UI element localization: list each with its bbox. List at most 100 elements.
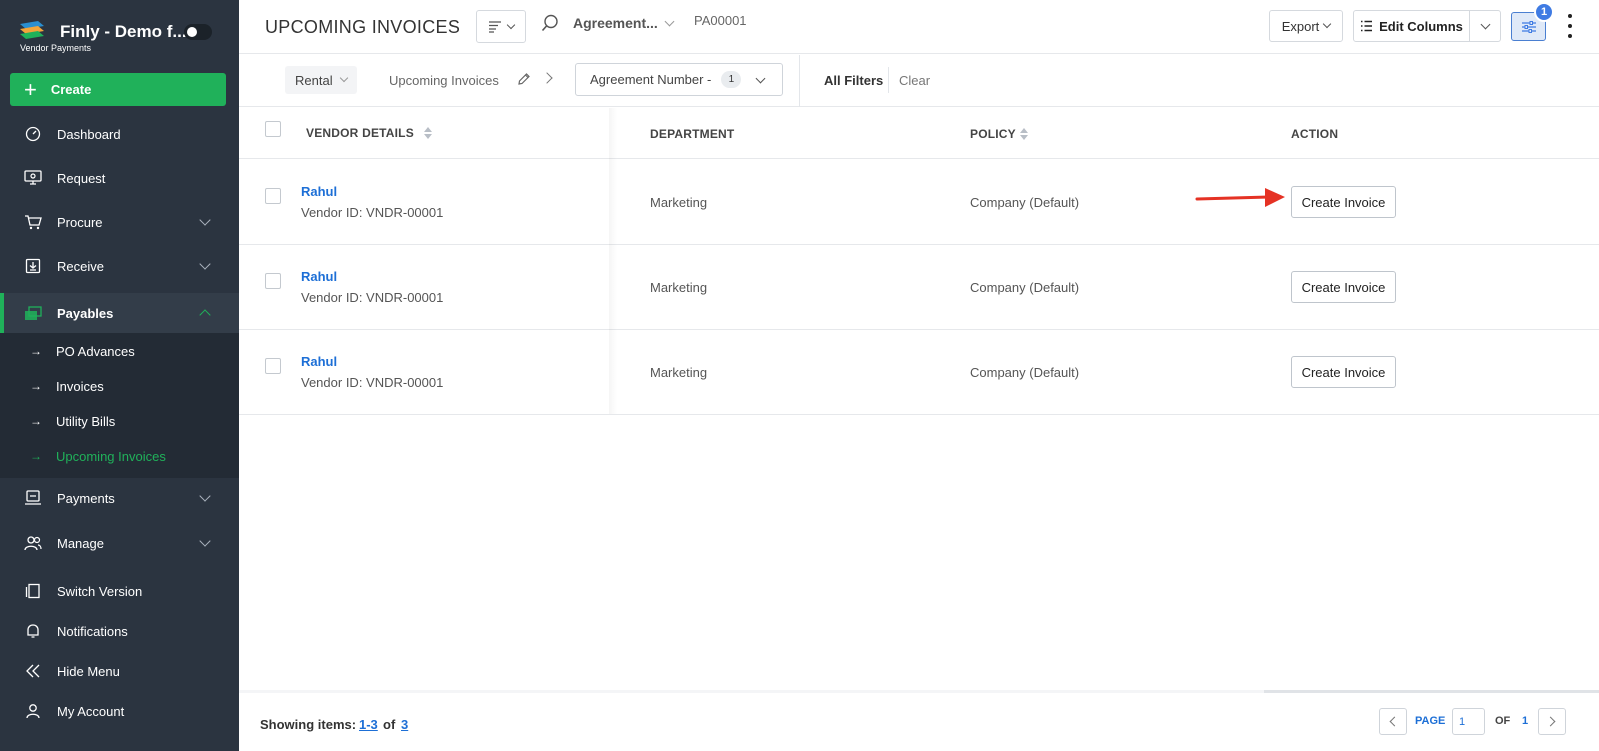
row-checkbox[interactable] — [265, 188, 281, 204]
sidebar-item-procure[interactable]: Procure — [0, 202, 239, 242]
search-field-selector[interactable]: Agreement... — [541, 14, 675, 32]
submenu-item-utility-bills[interactable]: → Utility Bills — [0, 406, 239, 436]
search-input[interactable] — [694, 10, 854, 30]
payments-icon — [24, 489, 42, 507]
create-invoice-button[interactable]: Create Invoice — [1291, 356, 1396, 388]
sidebar-item-payments[interactable]: Payments — [0, 478, 239, 518]
policy: Company (Default) — [970, 365, 1080, 380]
create-button[interactable]: + Create — [10, 73, 226, 106]
top-bar: UPCOMING INVOICES Agreement... Export Ed… — [239, 0, 1599, 54]
gauge-icon — [24, 125, 42, 143]
arrow-right-icon: → — [30, 379, 42, 393]
create-invoice-button[interactable]: Create Invoice — [1291, 186, 1396, 218]
chevron-right-icon[interactable] — [541, 72, 553, 84]
users-icon — [24, 534, 42, 552]
payables-icon — [24, 304, 42, 322]
row-checkbox[interactable] — [265, 273, 281, 289]
list-view-icon — [489, 20, 501, 33]
columns-icon — [1361, 20, 1373, 32]
select-all-checkbox[interactable] — [265, 121, 281, 137]
showing-range-link[interactable]: 1-3 — [359, 717, 378, 732]
rental-dropdown[interactable]: Rental — [285, 66, 357, 94]
column-policy[interactable]: POLICY — [970, 127, 1028, 141]
submenu-item-invoices[interactable]: → Invoices — [0, 371, 239, 401]
export-button[interactable]: Export — [1269, 10, 1343, 42]
sidebar-item-receive[interactable]: Receive — [0, 246, 239, 286]
table-row: Rahul Vendor ID: VNDR-00001 Marketing Co… — [239, 330, 1599, 415]
theme-toggle[interactable] — [184, 24, 212, 40]
table-header: VENDOR DETAILS DEPARTMENT POLICY ACTION — [239, 108, 1599, 159]
create-label: Create — [50, 82, 92, 97]
view-selector-button[interactable] — [476, 10, 526, 43]
plus-icon: + — [24, 76, 37, 102]
department: Marketing — [650, 280, 708, 295]
edit-columns-button[interactable]: Edit Columns — [1353, 10, 1470, 42]
chevron-down-icon — [199, 535, 211, 547]
export-label: Export — [1281, 18, 1320, 34]
user-icon — [24, 702, 42, 720]
sidebar-item-label: Payables — [57, 305, 114, 321]
sidebar-item-hide-menu[interactable]: Hide Menu — [0, 651, 239, 691]
edit-columns-dropdown[interactable] — [1469, 10, 1501, 42]
sidebar-item-label: Request — [57, 170, 106, 186]
arrow-right-icon: → — [30, 344, 42, 358]
filter-count-badge: 1 — [1534, 2, 1554, 22]
bell-icon — [24, 622, 42, 640]
create-invoice-button[interactable]: Create Invoice — [1291, 271, 1396, 303]
table-row: Rahul Vendor ID: VNDR-00001 Marketing Co… — [239, 245, 1599, 330]
submenu-item-upcoming-invoices[interactable]: → Upcoming Invoices — [0, 441, 239, 471]
column-vendor-details[interactable]: VENDOR DETAILS — [306, 126, 432, 140]
sort-icon — [1019, 128, 1028, 140]
page-total: 1 — [1522, 715, 1529, 727]
cart-icon — [24, 213, 42, 231]
vendor-id: Vendor ID: VNDR-00001 — [301, 205, 444, 220]
vendor-name-link[interactable]: Rahul — [301, 269, 337, 284]
next-page-button[interactable] — [1538, 708, 1566, 735]
sidebar-item-payables[interactable]: Payables — [0, 293, 239, 333]
divider — [799, 55, 800, 107]
sort-icon — [423, 127, 432, 139]
page-number-input[interactable] — [1452, 708, 1485, 735]
breadcrumb-upcoming-invoices[interactable]: Upcoming Invoices — [389, 73, 499, 88]
agreement-number-filter[interactable]: Agreement Number - 1 — [575, 63, 783, 96]
submenu-item-po-advances[interactable]: → PO Advances — [0, 336, 239, 366]
page-title: UPCOMING INVOICES — [265, 17, 461, 37]
row-checkbox[interactable] — [265, 358, 281, 374]
pencil-icon[interactable] — [517, 72, 531, 86]
department: Marketing — [650, 365, 708, 380]
search-icon — [541, 14, 558, 32]
sidebar-item-dashboard[interactable]: Dashboard — [0, 114, 239, 154]
column-label: ACTION — [1291, 127, 1339, 141]
sidebar-item-switch-version[interactable]: Switch Version — [0, 571, 239, 611]
request-icon — [24, 169, 42, 187]
sidebar-item-label: Procure — [57, 214, 103, 230]
column-label: POLICY — [970, 127, 1016, 141]
showing-total-link[interactable]: 3 — [401, 717, 408, 732]
sidebar-item-notifications[interactable]: Notifications — [0, 611, 239, 651]
sidebar-item-label: Payments — [57, 490, 115, 506]
policy: Company (Default) — [970, 280, 1080, 295]
sidebar-item-label: Receive — [57, 258, 104, 274]
clear-filters-button[interactable]: Clear — [899, 73, 930, 88]
more-options-icon[interactable] — [1564, 14, 1576, 38]
all-filters-button[interactable]: All Filters — [824, 73, 883, 88]
sidebar-item-manage[interactable]: Manage — [0, 523, 239, 563]
chevron-down-icon — [199, 214, 211, 226]
vendor-id: Vendor ID: VNDR-00001 — [301, 375, 444, 390]
chevron-down-icon — [755, 73, 766, 84]
vendor-id: Vendor ID: VNDR-00001 — [301, 290, 444, 305]
column-department: DEPARTMENT — [650, 127, 734, 141]
sidebar-item-request[interactable]: Request — [0, 158, 239, 198]
brand-subtitle: Vendor Payments — [20, 43, 92, 53]
toggle-knob — [187, 27, 197, 37]
frozen-column-shadow — [609, 108, 617, 414]
vendor-name-link[interactable]: Rahul — [301, 354, 337, 369]
page-label: PAGE — [1415, 715, 1446, 727]
vendor-name-link[interactable]: Rahul — [301, 184, 337, 199]
showing-of: of — [383, 717, 396, 732]
double-chevron-left-icon — [24, 662, 42, 680]
previous-page-button[interactable] — [1379, 708, 1407, 735]
sidebar: Finly - Demo f... Vendor Payments + Crea… — [0, 0, 239, 751]
sidebar-item-label: Dashboard — [57, 126, 121, 142]
sidebar-item-my-account[interactable]: My Account — [0, 691, 239, 731]
